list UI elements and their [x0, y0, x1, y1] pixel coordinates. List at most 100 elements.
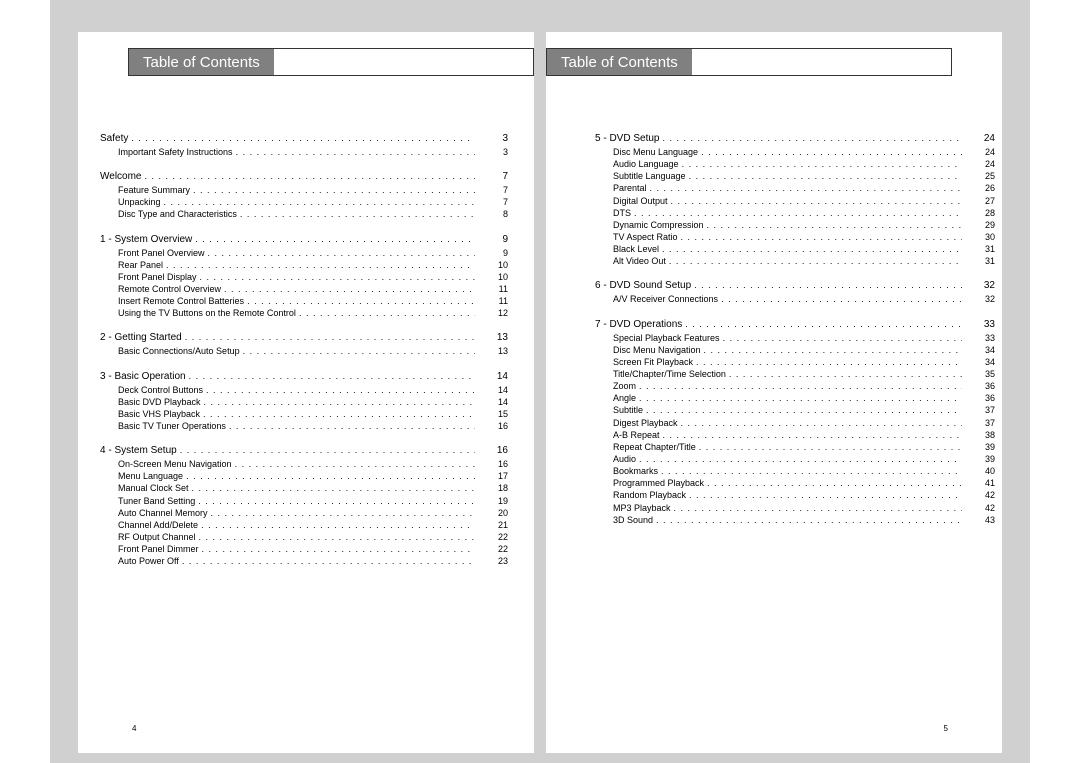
- entry-page: 10: [478, 259, 508, 271]
- toc-entry: 4 - System Setup 16: [100, 444, 508, 458]
- entry-label: 4 - System Setup: [100, 444, 177, 458]
- entry-page: 29: [965, 219, 995, 231]
- leader-dots: [696, 356, 962, 368]
- entry-page: 33: [965, 318, 995, 332]
- leader-dots: [707, 477, 962, 489]
- leader-dots: [131, 132, 475, 145]
- leader-dots: [707, 219, 962, 231]
- entry-label: 2 - Getting Started: [100, 331, 182, 345]
- toc-subentry: Front Panel Display10: [118, 271, 508, 283]
- entry-label: Basic VHS Playback: [118, 408, 200, 420]
- entry-page: 16: [478, 444, 508, 458]
- leader-dots: [646, 404, 962, 416]
- toc-subentry: Front Panel Dimmer22: [118, 543, 508, 555]
- leader-dots: [199, 531, 475, 543]
- toc-entry: 1 - System Overview9: [100, 233, 508, 247]
- entry-page: 30: [965, 231, 995, 243]
- toc-entry: Welcome7: [100, 170, 508, 184]
- entry-label: Special Playback Features: [613, 332, 720, 344]
- entry-page: 7: [478, 196, 508, 208]
- entry-page: 36: [965, 392, 995, 404]
- entry-page: 37: [965, 417, 995, 429]
- entry-label: Safety: [100, 132, 128, 146]
- toc-subentry: Basic DVD Playback14: [118, 396, 508, 408]
- toc-subentry: Subtitle Language25: [613, 170, 995, 182]
- toc-subentry: Auto Power Off 23: [118, 555, 508, 567]
- page-number-left: 4: [132, 724, 136, 733]
- entry-label: Disc Type and Characteristics: [118, 208, 237, 220]
- entry-page: 15: [478, 408, 508, 420]
- entry-label: Menu Language: [118, 470, 183, 482]
- entry-label: Front Panel Display: [118, 271, 197, 283]
- leader-dots: [180, 444, 475, 457]
- leader-dots: [662, 132, 962, 145]
- leader-dots: [206, 384, 475, 396]
- entry-label: Manual Clock Set: [118, 482, 189, 494]
- toc-subentry: Auto Channel Memory20: [118, 507, 508, 519]
- leader-dots: [166, 259, 475, 271]
- entry-label: Screen Fit Playback: [613, 356, 693, 368]
- entry-page: 33: [965, 332, 995, 344]
- entry-page: 28: [965, 207, 995, 219]
- entry-page: 42: [965, 489, 995, 501]
- leader-dots: [723, 332, 962, 344]
- leader-dots: [729, 368, 962, 380]
- entry-label: 3 - Basic Operation: [100, 370, 186, 384]
- entry-page: 41: [965, 477, 995, 489]
- entry-page: 24: [965, 146, 995, 158]
- entry-label: Alt Video Out: [613, 255, 666, 267]
- entry-page: 39: [965, 453, 995, 465]
- toc-left: Safety3Important Safety Instructions3Wel…: [100, 132, 508, 579]
- leader-dots: [202, 543, 475, 555]
- entry-page: 32: [965, 279, 995, 293]
- leader-dots: [193, 184, 475, 196]
- leader-dots: [685, 318, 962, 331]
- entry-page: 32: [965, 293, 995, 305]
- header-bar-right: Table of Contents: [546, 48, 952, 76]
- entry-label: Random Playback: [613, 489, 686, 501]
- toc-subentry: Menu Language 17: [118, 470, 508, 482]
- entry-page: 17: [478, 470, 508, 482]
- toc-entry: 2 - Getting Started13: [100, 331, 508, 345]
- toc-subentry: Screen Fit Playback34: [613, 356, 995, 368]
- entry-label: Front Panel Overview: [118, 247, 205, 259]
- entry-page: 7: [478, 184, 508, 196]
- entry-label: DTS: [613, 207, 631, 219]
- entry-label: Rear Panel: [118, 259, 163, 271]
- entry-page: 11: [478, 295, 508, 307]
- toc-subentry: Rear Panel 10: [118, 259, 508, 271]
- entry-label: Subtitle Language: [613, 170, 686, 182]
- toc-section: 6 - DVD Sound Setup32A/V Receiver Connec…: [595, 279, 995, 305]
- entry-label: Auto Power Off: [118, 555, 179, 567]
- toc-entry: 7 - DVD Operations33: [595, 318, 995, 332]
- entry-page: 12: [478, 307, 508, 319]
- entry-label: Insert Remote Control Batteries: [118, 295, 244, 307]
- toc-subentry: Random Playback 42: [613, 489, 995, 501]
- leader-dots: [681, 417, 962, 429]
- entry-label: Welcome: [100, 170, 142, 184]
- entry-page: 38: [965, 429, 995, 441]
- toc-subentry: Remote Control Overview11: [118, 283, 508, 295]
- entry-page: 37: [965, 404, 995, 416]
- toc-subentry: Using the TV Buttons on the Remote Contr…: [118, 307, 508, 319]
- leader-dots: [186, 470, 475, 482]
- toc-subentry: Tuner Band Setting19: [118, 495, 508, 507]
- entry-label: Angle: [613, 392, 636, 404]
- entry-page: 23: [478, 555, 508, 567]
- entry-label: Remote Control Overview: [118, 283, 221, 295]
- entry-page: 24: [965, 132, 995, 146]
- toc-section: 1 - System Overview9Front Panel Overview…: [100, 233, 508, 320]
- leader-dots: [689, 489, 962, 501]
- entry-page: 26: [965, 182, 995, 194]
- entry-page: 14: [478, 384, 508, 396]
- leader-dots: [299, 307, 475, 319]
- entry-label: Tuner Band Setting: [118, 495, 195, 507]
- entry-label: Basic Connections/Auto Setup: [118, 345, 240, 357]
- entry-page: 13: [478, 345, 508, 357]
- entry-label: 1 - System Overview: [100, 233, 192, 247]
- leader-dots: [164, 196, 475, 208]
- toc-subentry: Disc Menu Navigation34: [613, 344, 995, 356]
- leader-dots: [639, 380, 962, 392]
- entry-page: 3: [478, 146, 508, 158]
- toc-subentry: Disc Type and Characteristics8: [118, 208, 508, 220]
